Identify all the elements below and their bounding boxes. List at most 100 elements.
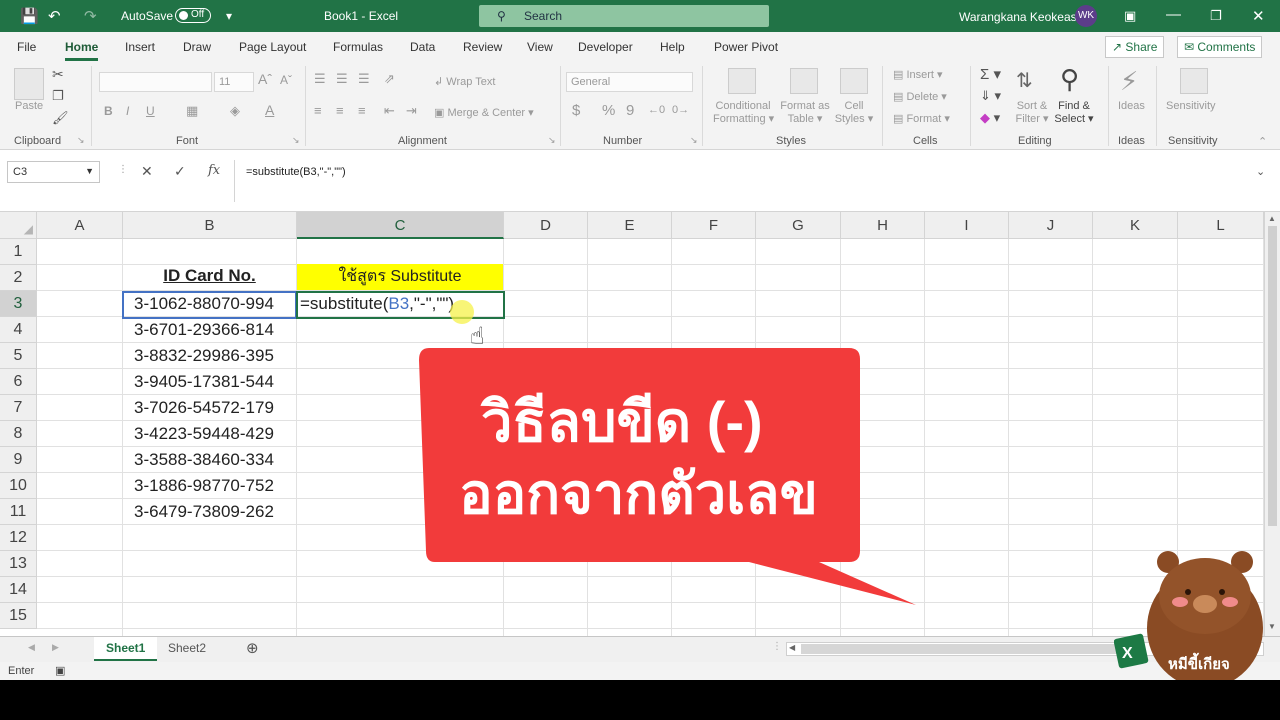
- tab-view[interactable]: View: [527, 40, 553, 54]
- tab-split-icon[interactable]: ⋮: [772, 641, 782, 652]
- tab-data[interactable]: Data: [410, 40, 435, 54]
- select-all-button[interactable]: ◢: [0, 212, 37, 239]
- comma-button[interactable]: 9: [626, 102, 634, 119]
- font-color-icon[interactable]: A: [265, 102, 274, 118]
- font-launcher-icon[interactable]: ↘: [292, 135, 300, 146]
- save-icon[interactable]: 💾: [20, 7, 39, 25]
- expand-formula-bar-icon[interactable]: ⌄: [1256, 165, 1265, 178]
- tab-review[interactable]: Review: [463, 40, 502, 54]
- find-select-icon[interactable]: ⚲: [1060, 64, 1079, 95]
- comments-button[interactable]: ✉ Comments: [1177, 36, 1263, 58]
- find-select-button[interactable]: Find & Select ▾: [1053, 100, 1095, 125]
- hscrollbar-thumb[interactable]: [801, 644, 1121, 654]
- row-header[interactable]: 7: [0, 395, 37, 421]
- tab-formulas[interactable]: Formulas: [333, 40, 383, 54]
- column-header-f[interactable]: F: [672, 212, 756, 239]
- conditional-formatting-button[interactable]: Conditional Formatting ▾: [713, 100, 774, 125]
- cell-b6[interactable]: 3-9405-17381-544: [134, 372, 274, 392]
- increase-indent-icon[interactable]: ⇥: [406, 103, 417, 119]
- row-header[interactable]: 5: [0, 343, 37, 369]
- cancel-icon[interactable]: ✕: [141, 163, 153, 180]
- align-bottom-icon[interactable]: ☰: [358, 71, 370, 87]
- copy-icon[interactable]: ❐: [52, 88, 64, 104]
- tab-help[interactable]: Help: [660, 40, 685, 54]
- tab-insert[interactable]: Insert: [125, 40, 155, 54]
- decrease-font-icon[interactable]: Aˇ: [280, 73, 292, 87]
- macro-record-icon[interactable]: ▣: [55, 664, 65, 677]
- restore-icon[interactable]: ❐: [1210, 8, 1222, 24]
- cell-b10[interactable]: 3-1886-98770-752: [134, 476, 274, 496]
- increase-decimal-icon[interactable]: ←0: [648, 104, 665, 116]
- close-icon[interactable]: ✕: [1252, 7, 1265, 25]
- column-header-i[interactable]: I: [925, 212, 1009, 239]
- align-middle-icon[interactable]: ☰: [336, 71, 348, 87]
- number-launcher-icon[interactable]: ↘: [690, 135, 698, 146]
- next-sheet-icon[interactable]: ▶: [52, 642, 59, 653]
- align-right-icon[interactable]: ≡: [358, 103, 366, 118]
- row-header[interactable]: 3: [0, 291, 37, 317]
- clear-icon[interactable]: ◆ ▾: [980, 110, 1000, 126]
- cell-c2[interactable]: ใช้สูตร Substitute: [297, 264, 503, 290]
- row-header[interactable]: 9: [0, 447, 37, 473]
- cut-icon[interactable]: ✂: [52, 66, 64, 83]
- row-header[interactable]: 11: [0, 499, 37, 525]
- new-sheet-icon[interactable]: ⊕: [246, 639, 259, 657]
- conditional-formatting-icon[interactable]: [728, 68, 756, 94]
- sort-filter-button[interactable]: Sort & Filter ▾: [1014, 100, 1050, 125]
- column-header-k[interactable]: K: [1093, 212, 1178, 239]
- percent-button[interactable]: %: [602, 102, 615, 119]
- clipboard-launcher-icon[interactable]: ↘: [77, 135, 85, 146]
- column-header-l[interactable]: L: [1178, 212, 1264, 239]
- number-format-dropdown[interactable]: General: [566, 72, 693, 92]
- share-button[interactable]: ↗ Share: [1105, 36, 1165, 58]
- tab-power-pivot[interactable]: Power Pivot: [714, 40, 778, 54]
- cell-b8[interactable]: 3-4223-59448-429: [134, 424, 274, 444]
- wrap-text-button[interactable]: ↲ Wrap Text: [434, 75, 495, 88]
- cell-b2[interactable]: ID Card No.: [123, 266, 296, 286]
- row-header[interactable]: 1: [0, 239, 37, 265]
- ideas-button[interactable]: Ideas: [1118, 100, 1145, 112]
- sensitivity-icon[interactable]: [1180, 68, 1208, 94]
- column-header-d[interactable]: D: [504, 212, 588, 239]
- customize-qat-icon[interactable]: ▾: [226, 9, 232, 23]
- scroll-left-icon[interactable]: ◀: [789, 643, 795, 652]
- increase-font-icon[interactable]: Aˆ: [258, 71, 272, 87]
- insert-function-button[interactable]: fx: [208, 163, 220, 178]
- row-header[interactable]: 2: [0, 265, 37, 291]
- cell-b7[interactable]: 3-7026-54572-179: [134, 398, 274, 418]
- redo-icon[interactable]: ↷: [84, 7, 97, 25]
- cell-styles-icon[interactable]: [840, 68, 868, 94]
- undo-icon[interactable]: ↶: [48, 7, 61, 25]
- column-header-a[interactable]: A: [37, 212, 123, 239]
- align-left-icon[interactable]: ≡: [314, 103, 322, 118]
- decrease-decimal-icon[interactable]: 0→: [672, 104, 689, 116]
- cell-b4[interactable]: 3-6701-29366-814: [134, 320, 274, 340]
- font-size-dropdown[interactable]: 11: [214, 72, 254, 92]
- align-top-icon[interactable]: ☰: [314, 71, 326, 87]
- orientation-icon[interactable]: ⇗: [384, 71, 395, 87]
- autosave-toggle[interactable]: Off: [175, 8, 211, 23]
- minimize-icon[interactable]: —: [1166, 6, 1181, 23]
- scrollbar-thumb[interactable]: [1268, 226, 1277, 526]
- decrease-indent-icon[interactable]: ⇤: [384, 103, 395, 119]
- autosum-icon[interactable]: Σ ▾: [980, 65, 1001, 83]
- enter-icon[interactable]: ✓: [174, 163, 186, 180]
- align-center-icon[interactable]: ≡: [336, 103, 344, 118]
- formula-input[interactable]: =substitute(B3,"-",""): [246, 166, 346, 178]
- format-as-table-button[interactable]: Format as Table ▾: [778, 100, 832, 125]
- sort-filter-icon[interactable]: ⇅: [1016, 68, 1033, 93]
- tab-draw[interactable]: Draw: [183, 40, 211, 54]
- row-header[interactable]: 15: [0, 603, 37, 629]
- column-header-e[interactable]: E: [588, 212, 672, 239]
- insert-cells-button[interactable]: ▤ Insert ▾: [893, 68, 943, 81]
- tab-page-layout[interactable]: Page Layout: [239, 40, 306, 54]
- format-cells-button[interactable]: ▤ Format ▾: [893, 112, 950, 125]
- prev-sheet-icon[interactable]: ◀: [28, 642, 35, 653]
- column-header-g[interactable]: G: [756, 212, 841, 239]
- column-header-h[interactable]: H: [841, 212, 925, 239]
- row-header[interactable]: 12: [0, 525, 37, 551]
- row-header[interactable]: 8: [0, 421, 37, 447]
- column-header-j[interactable]: J: [1009, 212, 1093, 239]
- column-header-b[interactable]: B: [123, 212, 297, 239]
- cell-c3-formula[interactable]: =substitute(B3,"-",""): [300, 294, 454, 314]
